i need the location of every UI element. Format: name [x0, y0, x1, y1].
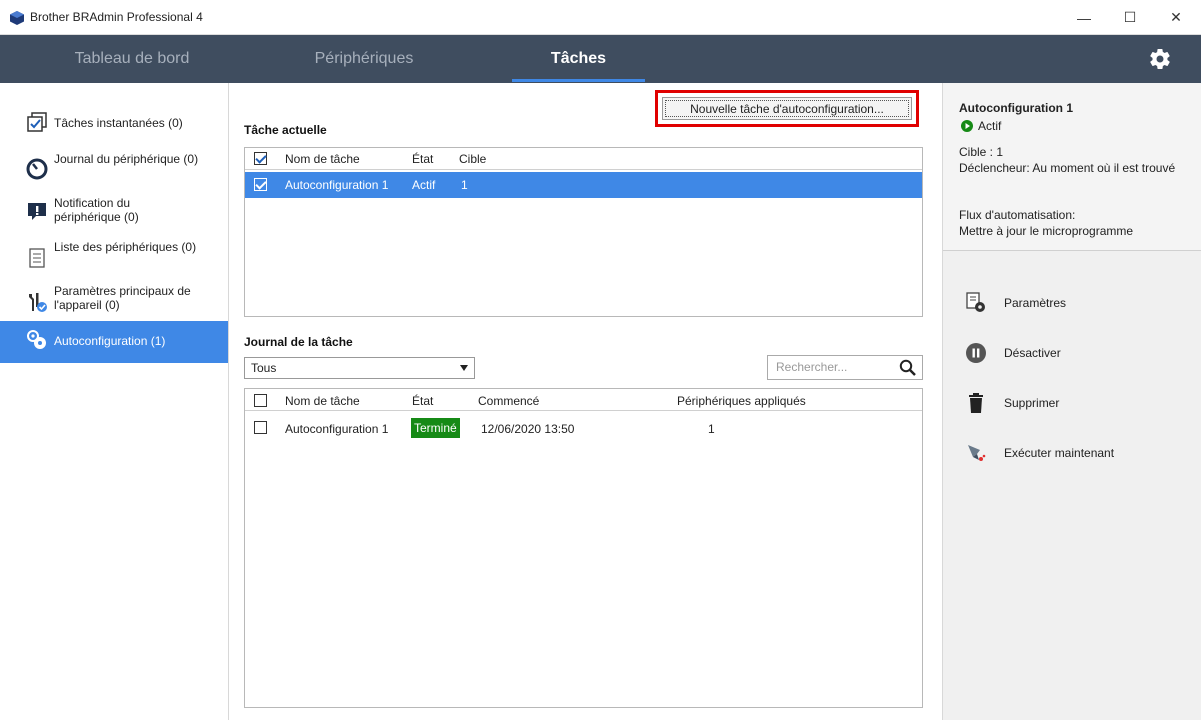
task-name-cell: Autoconfiguration 1 — [285, 178, 389, 192]
sidebar-item-label: Notification du périphérique (0) — [54, 196, 139, 224]
action-label: Exécuter maintenant — [1004, 446, 1115, 460]
delete-action[interactable]: Supprimer — [943, 382, 1201, 422]
app-logo-icon — [10, 11, 24, 25]
new-autoconfiguration-task-button[interactable]: Nouvelle tâche d'autoconfiguration... — [662, 97, 912, 120]
new-task-highlight: Nouvelle tâche d'autoconfiguration... — [655, 90, 919, 127]
settings-document-icon — [966, 292, 985, 312]
column-header[interactable]: Périphériques appliqués — [677, 394, 806, 408]
column-header[interactable]: État — [412, 152, 433, 166]
action-label: Désactiver — [1004, 346, 1061, 360]
column-header[interactable]: Commencé — [478, 394, 539, 408]
title-bar: Brother BRAdmin Professional 4 — ☐ ✕ — [0, 0, 1201, 35]
trash-icon — [969, 393, 983, 413]
table-row[interactable]: Autoconfiguration 1 Actif 1 — [245, 172, 922, 198]
task-target-cell: 1 — [461, 178, 468, 192]
select-all-checkbox[interactable] — [254, 394, 267, 407]
current-task-table: Nom de tâche État Cible Autoconfiguratio… — [244, 147, 923, 317]
details-panel: Autoconfiguration 1 Actif Cible : 1 Décl… — [942, 83, 1201, 720]
maximize-button[interactable]: ☐ — [1107, 0, 1153, 35]
settings-action[interactable]: Paramètres — [943, 282, 1201, 322]
table-row[interactable]: Autoconfiguration 1 Terminé 12/06/2020 1… — [245, 413, 922, 443]
instant-task-icon — [27, 112, 47, 132]
table-header: Nom de tâche État Cible — [245, 148, 922, 170]
detail-status: Actif — [978, 119, 1002, 133]
minimize-button[interactable]: — — [1061, 0, 1107, 35]
sidebar-item-main-settings[interactable]: Paramètres principaux de l'appareil (0) — [0, 279, 228, 319]
sidebar-item-device-list[interactable]: Liste des périphériques (0) — [0, 235, 228, 275]
deactivate-action[interactable]: Désactiver — [943, 332, 1201, 372]
sidebar-item-label: Journal du périphérique (0) — [54, 152, 199, 166]
alert-message-icon — [28, 203, 46, 220]
action-label: Supprimer — [1004, 396, 1060, 410]
tools-check-icon — [29, 293, 47, 312]
search-input[interactable] — [776, 360, 886, 374]
column-header[interactable]: Cible — [459, 152, 486, 166]
row-checkbox[interactable] — [254, 421, 267, 434]
log-search-box — [767, 355, 923, 380]
rocket-icon — [968, 445, 986, 461]
search-icon[interactable] — [899, 359, 916, 376]
window-title: Brother BRAdmin Professional 4 — [30, 10, 203, 24]
column-header[interactable]: Nom de tâche — [285, 394, 360, 408]
current-task-heading: Tâche actuelle — [244, 123, 327, 137]
left-sidebar: Tâches instantanées (0) Journal du périp… — [0, 83, 229, 720]
settings-gear-icon[interactable] — [1148, 47, 1172, 71]
close-button[interactable]: ✕ — [1153, 0, 1199, 35]
task-name-cell: Autoconfiguration 1 — [285, 422, 389, 436]
sidebar-item-instant-tasks[interactable]: Tâches instantanées (0) — [0, 105, 228, 139]
detail-task-name: Autoconfiguration 1 — [959, 101, 1073, 115]
row-checkbox[interactable] — [254, 178, 267, 191]
tab-devices[interactable]: Périphériques — [272, 35, 456, 83]
gears-icon — [27, 330, 46, 349]
tab-dashboard[interactable]: Tableau de bord — [40, 35, 224, 83]
gauge-icon — [26, 158, 48, 180]
sidebar-item-device-notification[interactable]: Notification du périphérique (0) — [0, 191, 228, 231]
main-content: Nouvelle tâche d'autoconfiguration... Tâ… — [229, 83, 942, 720]
sidebar-item-label: Autoconfiguration (1) — [54, 334, 166, 348]
dropdown-value: Tous — [251, 361, 277, 375]
detail-target: Cible : 1 — [959, 145, 1004, 159]
status-badge: Terminé — [411, 418, 460, 438]
play-status-icon — [961, 120, 973, 132]
sidebar-item-label: Tâches instantanées (0) — [54, 116, 183, 130]
task-log-heading: Journal de la tâche — [244, 335, 353, 349]
sidebar-item-label: Paramètres principaux de l'appareil (0) — [54, 284, 191, 312]
pause-icon — [966, 343, 986, 363]
task-state-cell: Actif — [412, 178, 436, 192]
table-header: Nom de tâche État Commencé Périphériques… — [245, 389, 922, 411]
sidebar-item-device-log[interactable]: Journal du périphérique (0) — [0, 147, 228, 187]
devices-applied-cell: 1 — [708, 422, 715, 436]
select-all-checkbox[interactable] — [254, 152, 267, 165]
sidebar-item-autoconfiguration[interactable]: Autoconfiguration (1) — [0, 321, 228, 363]
top-navigation: Tableau de bord Périphériques Tâches — [0, 35, 1201, 83]
started-cell: 12/06/2020 13:50 — [481, 422, 575, 436]
action-label: Paramètres — [1004, 296, 1067, 310]
dropdown-arrow-icon — [460, 365, 468, 371]
detail-flow-value: Mettre à jour le microprogramme — [959, 224, 1134, 238]
detail-trigger: Déclencheur: Au moment où il est trouvé — [959, 161, 1176, 175]
log-filter-dropdown[interactable]: Tous — [244, 357, 475, 379]
active-tab-indicator — [512, 79, 645, 82]
detail-flow-label: Flux d'automatisation: — [959, 208, 1076, 222]
run-now-action[interactable]: Exécuter maintenant — [943, 432, 1201, 472]
column-header[interactable]: Nom de tâche — [285, 152, 360, 166]
tab-tasks[interactable]: Tâches — [512, 35, 645, 83]
task-details: Autoconfiguration 1 Actif Cible : 1 Décl… — [943, 83, 1201, 251]
list-document-icon — [29, 248, 45, 268]
column-header[interactable]: État — [412, 394, 433, 408]
sidebar-item-label: Liste des périphériques (0) — [54, 240, 197, 254]
task-log-table: Nom de tâche État Commencé Périphériques… — [244, 388, 923, 708]
